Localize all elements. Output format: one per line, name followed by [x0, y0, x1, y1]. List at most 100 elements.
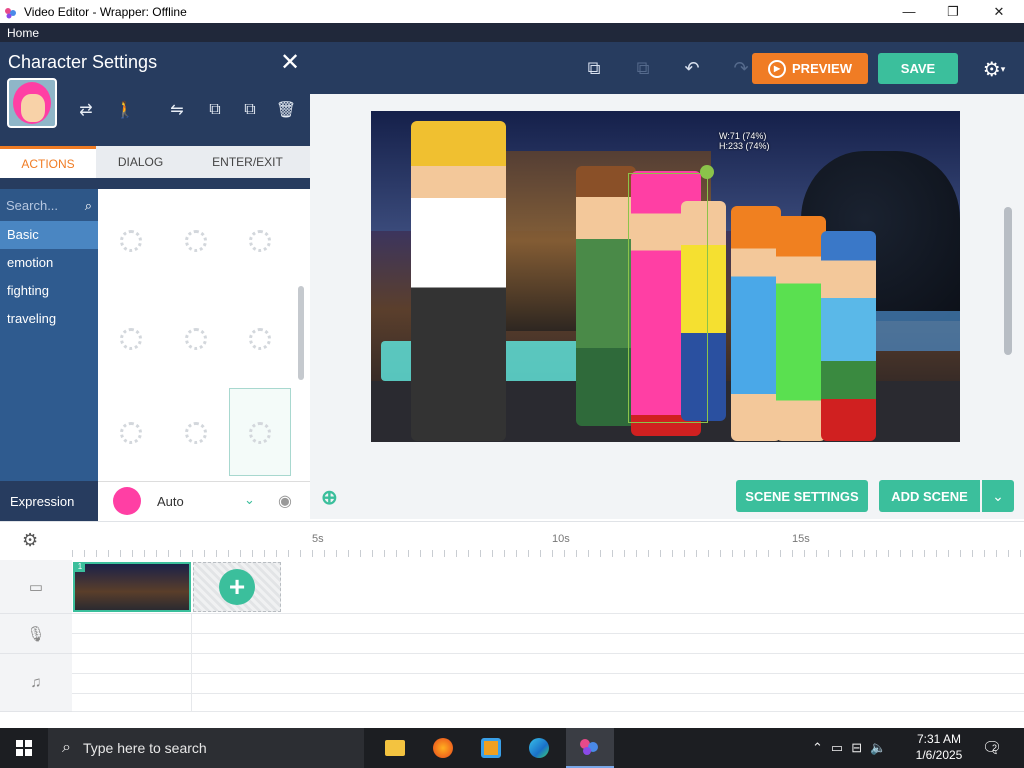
category-emotion[interactable]: emotion: [0, 249, 98, 277]
loading-spinner-icon: [120, 230, 142, 252]
system-tray: ⌃ ▭ ⊟ 🔈: [812, 728, 886, 768]
undo-icon[interactable]: ↶: [680, 56, 704, 80]
chevron-down-icon[interactable]: ⌄: [982, 480, 1014, 512]
character-man-white-shirt[interactable]: [411, 121, 506, 441]
avatar: [7, 78, 57, 128]
tab-enter-exit[interactable]: ENTER/EXIT: [185, 146, 310, 178]
windows-start-icon[interactable]: [0, 728, 48, 768]
gear-icon[interactable]: ⚙ ▾: [974, 56, 1014, 82]
music-track: [72, 654, 1024, 674]
selection-width: W:71 (74%): [719, 131, 767, 141]
selection-box[interactable]: [628, 173, 708, 423]
search-placeholder: Search...: [6, 198, 59, 213]
tick-label: 15s: [792, 533, 810, 545]
character-girl-blue[interactable]: [731, 206, 781, 441]
volume-icon[interactable]: 🔈: [870, 740, 886, 756]
taskbar-search-input[interactable]: ⌕ Type here to search: [48, 728, 364, 768]
clock-date: 1/6/2025: [915, 748, 963, 762]
plus-icon[interactable]: +: [219, 569, 255, 605]
eye-icon[interactable]: ◉: [278, 491, 292, 511]
avatar-face: [21, 94, 45, 122]
menu-bar: Home: [0, 23, 1024, 42]
loading-spinner-icon: [185, 328, 207, 350]
category-fighting[interactable]: fighting: [0, 277, 98, 305]
search-input[interactable]: Search... ⌕: [0, 189, 98, 221]
minimize-button[interactable]: —: [886, 0, 932, 23]
category-traveling[interactable]: traveling: [0, 305, 98, 333]
maximize-button[interactable]: ❐: [930, 0, 976, 23]
music-track: [72, 694, 1024, 712]
notification-icon[interactable]: 🗨 2: [982, 738, 1008, 760]
preview-button[interactable]: ▶ PREVIEW: [752, 53, 868, 84]
expression-select[interactable]: Auto: [157, 494, 184, 509]
character-boy-green[interactable]: [576, 166, 636, 426]
window-title: Video Editor - Wrapper: Offline: [24, 4, 187, 19]
character-boy-cap[interactable]: [821, 231, 876, 441]
swap-character-icon[interactable]: ⇄: [74, 98, 98, 122]
loading-spinner-icon: [249, 422, 271, 444]
track-divider: [191, 614, 192, 712]
expression-label: Expression: [0, 481, 98, 521]
category-basic[interactable]: Basic: [0, 221, 98, 249]
clock-time: 7:31 AM: [916, 732, 962, 746]
character-girl-green[interactable]: [776, 216, 826, 441]
actions-scrollbar[interactable]: [298, 286, 304, 380]
search-icon: ⌕: [84, 198, 92, 213]
voice-track: [72, 614, 1024, 634]
search-icon: ⌕: [62, 739, 71, 756]
network-icon[interactable]: ⊟: [851, 740, 862, 756]
play-circle-icon: ▶: [768, 59, 787, 78]
rotate-icon[interactable]: [700, 165, 714, 179]
app-icon: [4, 6, 18, 18]
video-editor-taskbar-icon[interactable]: [566, 728, 614, 768]
copy-character-icon[interactable]: ⧉: [203, 98, 227, 122]
chevron-down-icon[interactable]: ⌄: [244, 492, 255, 508]
voice-track: [72, 634, 1024, 654]
notification-count: 2: [992, 743, 998, 753]
tick-label: 5s: [312, 533, 324, 545]
loading-spinner-icon: [249, 328, 271, 350]
scene-settings-button[interactable]: SCENE SETTINGS: [736, 480, 868, 512]
redo-icon[interactable]: ↷: [729, 56, 753, 80]
window-titlebar: Video Editor - Wrapper: Offline: [0, 0, 1024, 23]
preview-label: PREVIEW: [792, 61, 852, 76]
flip-icon[interactable]: ⇋: [165, 98, 189, 122]
close-window-button[interactable]: ✕: [976, 0, 1022, 23]
loading-spinner-icon: [120, 328, 142, 350]
trash-icon[interactable]: 🗑: [274, 98, 298, 122]
timeline-gear-icon[interactable]: ⚙: [22, 530, 38, 551]
selection-size-label: W:71 (74%) H:233 (74%): [719, 131, 770, 151]
paste-character-icon[interactable]: ⧉: [238, 98, 262, 122]
music-track: [72, 674, 1024, 694]
music-icon: ♫: [0, 654, 72, 712]
menu-home[interactable]: Home: [7, 26, 39, 40]
panel-title: Character Settings: [8, 52, 158, 72]
walk-icon[interactable]: 🚶: [113, 98, 137, 122]
category-list: Search... ⌕ Basic emotion fighting trave…: [0, 189, 98, 481]
taskbar-search-placeholder: Type here to search: [82, 740, 207, 756]
battery-icon[interactable]: ▭: [831, 740, 843, 756]
selection-height: H:233 (74%): [719, 141, 770, 151]
tick-label: 10s: [552, 533, 570, 545]
chevron-up-icon[interactable]: ⌃: [812, 740, 823, 756]
loading-spinner-icon: [249, 230, 271, 252]
tab-actions[interactable]: ACTIONS: [0, 146, 96, 178]
loading-spinner-icon: [185, 230, 207, 252]
file-explorer-icon[interactable]: [371, 728, 419, 768]
edge-icon[interactable]: [515, 728, 563, 768]
expression-avatar: [113, 487, 141, 515]
add-scene-button[interactable]: ADD SCENE: [879, 480, 980, 512]
close-icon[interactable]: ✕: [280, 48, 304, 77]
app-icon-blue[interactable]: [467, 728, 515, 768]
paste-icon[interactable]: ⧉: [631, 56, 655, 80]
stage-scrollbar[interactable]: [1004, 207, 1012, 355]
save-button[interactable]: SAVE: [878, 53, 958, 84]
zoom-in-icon[interactable]: ⊕: [321, 485, 345, 509]
loading-spinner-icon: [120, 422, 142, 444]
copy-icon[interactable]: ⧉: [582, 56, 606, 80]
tab-dialog[interactable]: DIALOG: [96, 146, 185, 178]
panel-tabs: ACTIONS DIALOG ENTER/EXIT: [0, 146, 310, 178]
taskbar-clock[interactable]: 7:31 AM 1/6/2025: [906, 731, 972, 763]
firefox-icon[interactable]: [419, 728, 467, 768]
scene-thumbnail[interactable]: [73, 562, 191, 612]
